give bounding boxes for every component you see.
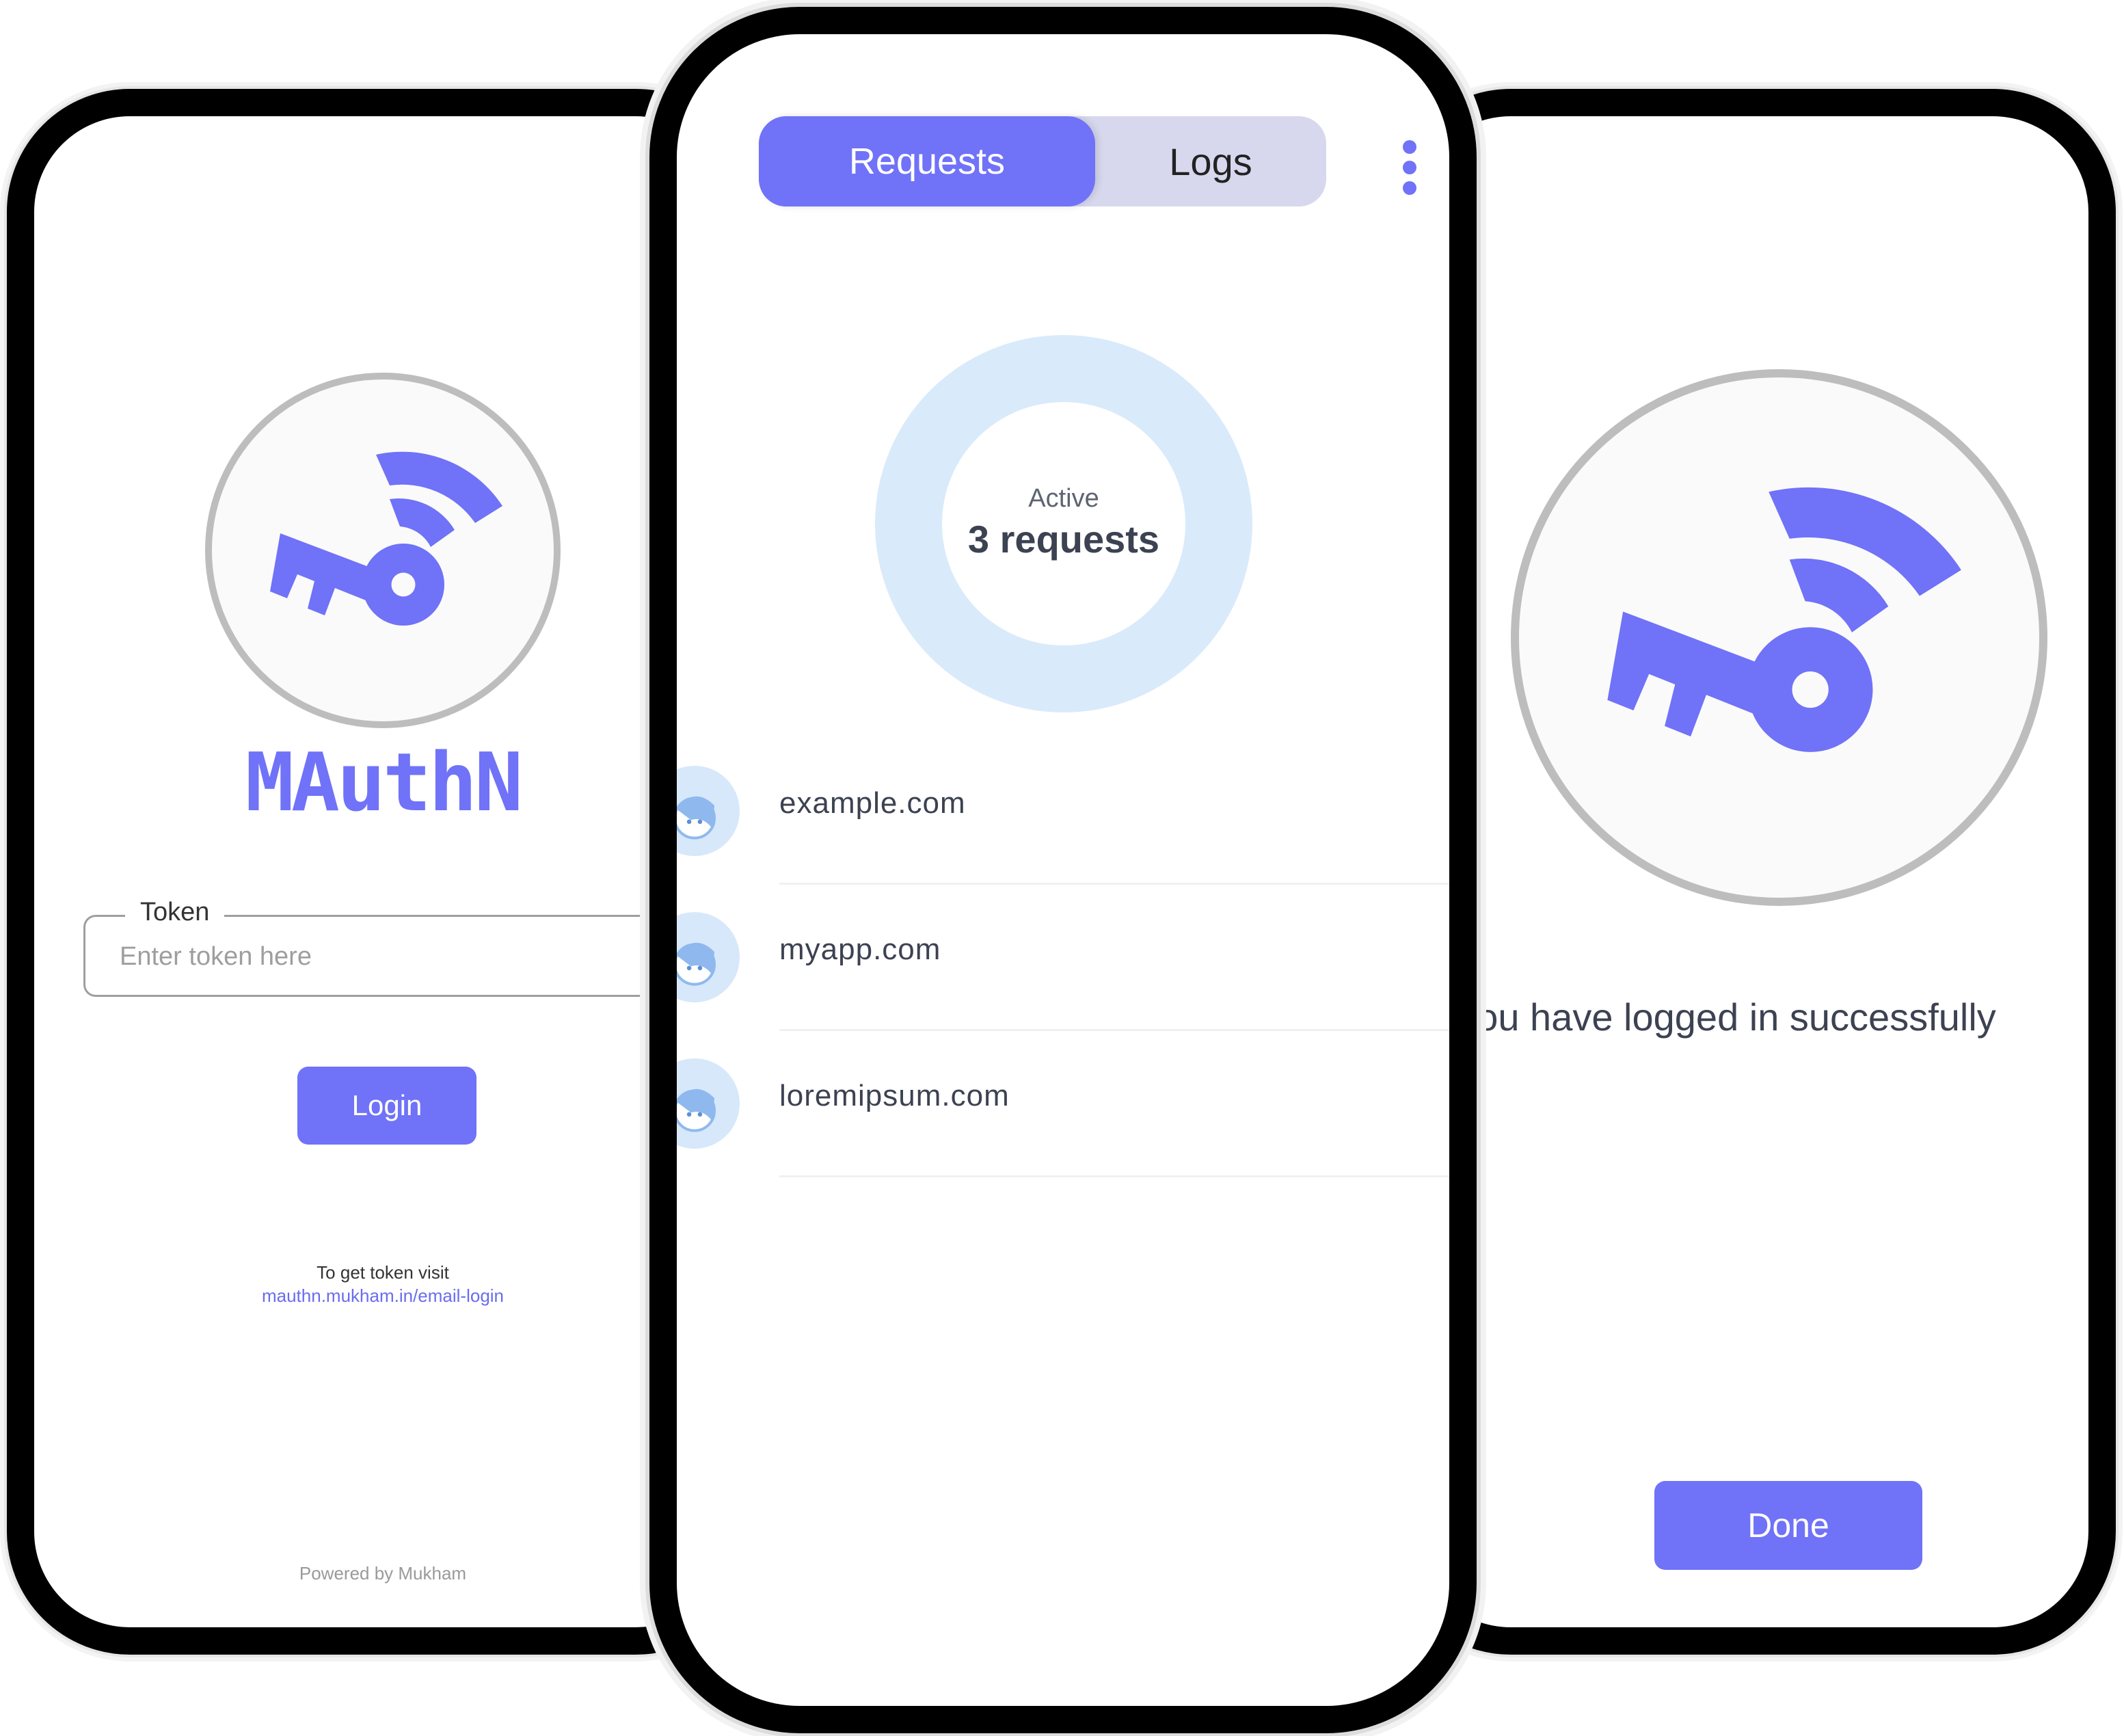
token-hint: To get token visit bbox=[317, 1262, 449, 1283]
more-vertical-icon[interactable] bbox=[1399, 140, 1420, 202]
login-button[interactable]: Login bbox=[297, 1067, 476, 1145]
tab-logs[interactable]: Logs bbox=[1095, 116, 1326, 206]
donut-value: 3 requests bbox=[967, 518, 1160, 561]
request-domain: example.com bbox=[779, 786, 966, 820]
request-domain: myapp.com bbox=[779, 933, 941, 966]
token-input[interactable] bbox=[118, 932, 731, 981]
done-button[interactable]: Done bbox=[1654, 1481, 1922, 1570]
active-requests-donut: Active 3 requests bbox=[875, 335, 1252, 712]
token-link[interactable]: mauthn.mukham.in/email-login bbox=[34, 1285, 731, 1307]
success-message: ou have logged in successfully bbox=[1477, 996, 1996, 1039]
success-phone-screen: ou have logged in successfully Done bbox=[1388, 89, 2116, 1655]
requests-phone-screen: Requests Logs Active 3 requests example.… bbox=[649, 7, 1477, 1733]
request-item[interactable]: example.com bbox=[677, 738, 1449, 885]
login-phone-screen: MAuthN Token Login To get token visit ma… bbox=[7, 89, 759, 1655]
divider bbox=[779, 1175, 1449, 1177]
user-avatar-icon bbox=[677, 1058, 740, 1149]
tab-requests[interactable]: Requests bbox=[759, 116, 1095, 206]
tab-bar: Requests Logs bbox=[759, 116, 1326, 206]
powered-by: Powered by Mukham bbox=[299, 1563, 467, 1584]
request-item[interactable]: myapp.com bbox=[677, 885, 1449, 1031]
key-wifi-icon bbox=[205, 373, 561, 728]
user-avatar-icon bbox=[677, 912, 740, 1002]
request-domain: loremipsum.com bbox=[779, 1079, 1010, 1112]
token-label: Token bbox=[125, 898, 225, 927]
brand-name: MAuthN bbox=[245, 735, 523, 829]
key-wifi-icon bbox=[1511, 369, 2047, 906]
donut-label: Active bbox=[1028, 484, 1099, 513]
user-avatar-icon bbox=[677, 766, 740, 856]
request-item[interactable]: loremipsum.com bbox=[677, 1031, 1449, 1177]
